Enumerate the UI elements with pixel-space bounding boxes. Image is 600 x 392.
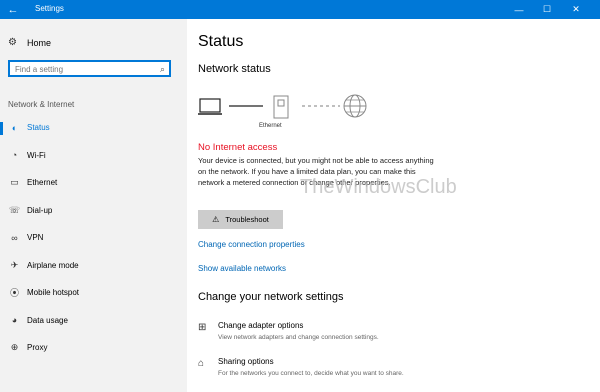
ethernet-label: Ethernet xyxy=(259,123,282,129)
connection-status: No Internet access xyxy=(198,142,278,153)
troubleshoot-label: Troubleshoot xyxy=(225,215,269,224)
main-content: Status Network status Ethernet No Intern… xyxy=(187,19,600,392)
watermark: TheWindowsClub xyxy=(300,176,457,198)
vpn-icon: ∞ xyxy=(11,232,18,243)
data-usage-icon: ◕ xyxy=(11,315,18,326)
wifi-icon: ◔ xyxy=(11,150,18,161)
search-box[interactable]: ⌕ xyxy=(8,60,171,77)
sidebar-item-airplane-mode[interactable]: ✈ Airplane mode xyxy=(0,252,187,280)
change-settings-heading: Change your network settings xyxy=(198,291,344,303)
active-indicator xyxy=(0,122,3,135)
show-available-networks-link[interactable]: Show available networks xyxy=(198,264,286,273)
back-arrow-icon[interactable]: ← xyxy=(0,0,26,19)
option-title: Change adapter options xyxy=(218,321,304,330)
sidebar-item-mobile-hotspot[interactable]: ⦿ Mobile hotspot xyxy=(0,279,187,307)
adapter-icon: ⊞ xyxy=(198,322,207,333)
sidebar-item-label: Ethernet xyxy=(27,178,58,188)
option-subtitle: View network adapters and change connect… xyxy=(218,334,379,341)
sidebar-item-label: Mobile hotspot xyxy=(27,288,80,298)
close-button[interactable]: ✕ xyxy=(562,0,590,19)
sharing-icon: ⌂ xyxy=(198,358,205,369)
dialup-icon: ☏ xyxy=(8,204,21,215)
hotspot-icon: ⦿ xyxy=(9,288,19,299)
sidebar-item-proxy[interactable]: ⊕ Proxy xyxy=(0,334,187,362)
sidebar-item-status[interactable]: ◐ Status xyxy=(0,114,187,142)
proxy-icon: ⊕ xyxy=(10,342,19,353)
sidebar-item-vpn[interactable]: ∞ VPN xyxy=(0,224,187,252)
sidebar-nav: ◐ Status ◔ Wi-Fi ▭ Ethernet ☏ Dial-up ∞ … xyxy=(0,114,187,362)
sidebar-item-label: Data usage xyxy=(27,315,68,325)
network-status-heading: Network status xyxy=(198,63,271,75)
sidebar-item-label: Wi-Fi xyxy=(27,150,46,160)
ethernet-icon: ▭ xyxy=(10,177,19,188)
network-diagram xyxy=(198,94,367,119)
title-bar: ← Settings — ☐ ✕ xyxy=(0,0,600,19)
warning-icon: ⚠ xyxy=(212,215,220,224)
sidebar-item-wifi[interactable]: ◔ Wi-Fi xyxy=(0,142,187,170)
window-title: Settings xyxy=(35,4,64,13)
sidebar-item-label: Proxy xyxy=(27,343,48,353)
airplane-icon: ✈ xyxy=(10,259,19,270)
page-title: Status xyxy=(198,33,244,50)
troubleshoot-button[interactable]: ⚠ Troubleshoot xyxy=(198,210,283,229)
gear-icon: ⚙ xyxy=(8,37,17,48)
search-icon[interactable]: ⌕ xyxy=(160,64,165,75)
home-label: Home xyxy=(27,37,52,48)
ethernet-port-icon xyxy=(273,95,289,119)
laptop-icon xyxy=(198,98,222,115)
internet-globe-icon xyxy=(343,94,367,118)
home-link[interactable]: ⚙ Home xyxy=(8,37,51,48)
option-subtitle: For the networks you connect to, decide … xyxy=(218,370,404,377)
change-connection-properties-link[interactable]: Change connection properties xyxy=(198,240,305,249)
sidebar-item-label: Status xyxy=(27,123,50,133)
sidebar-item-dialup[interactable]: ☏ Dial-up xyxy=(0,197,187,225)
sidebar-item-label: Dial-up xyxy=(27,205,53,215)
globe-status-icon: ◐ xyxy=(11,122,18,133)
section-label: Network & Internet xyxy=(8,100,75,109)
sidebar: ⚙ Home ⌕ Network & Internet ◐ Status ◔ W… xyxy=(0,19,187,392)
sidebar-item-label: Airplane mode xyxy=(27,260,79,270)
option-title: Sharing options xyxy=(218,357,274,366)
sidebar-item-label: VPN xyxy=(27,233,44,243)
maximize-button[interactable]: ☐ xyxy=(533,0,561,19)
sidebar-item-data-usage[interactable]: ◕ Data usage xyxy=(0,307,187,335)
search-input[interactable] xyxy=(15,63,155,76)
minimize-button[interactable]: — xyxy=(505,0,533,19)
sidebar-item-ethernet[interactable]: ▭ Ethernet xyxy=(0,169,187,197)
